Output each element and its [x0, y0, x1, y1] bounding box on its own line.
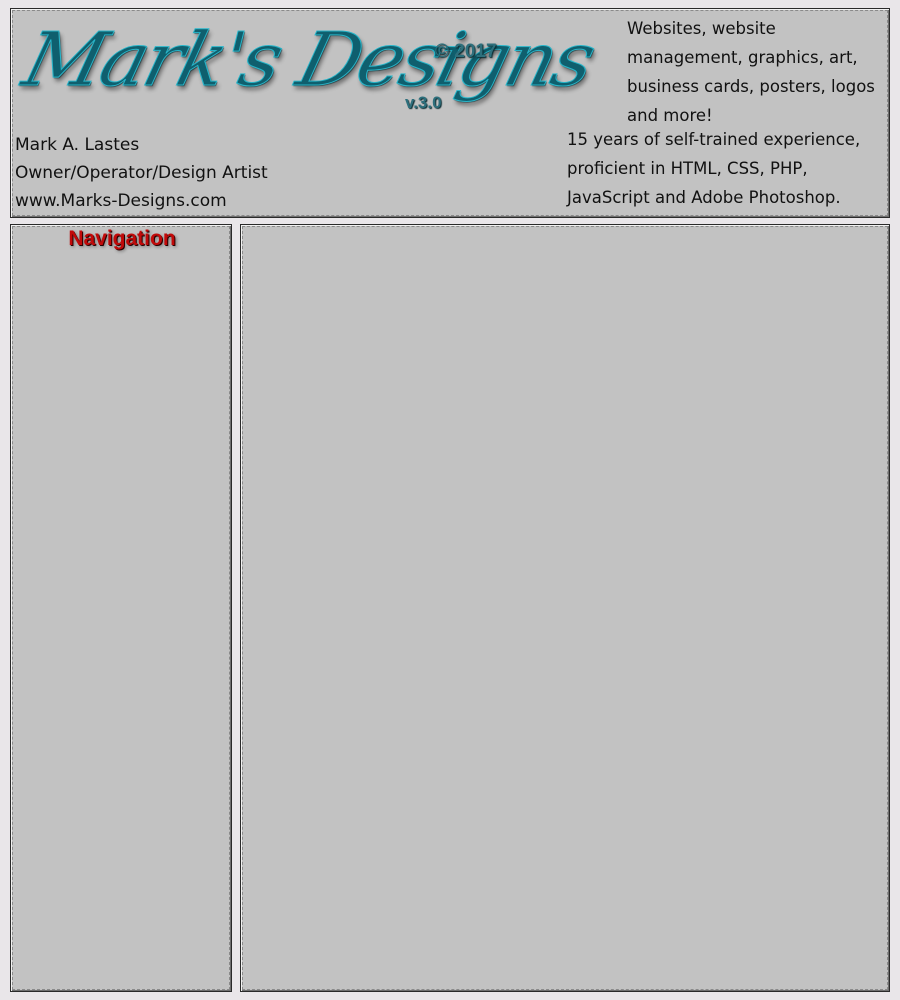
- owner-website: www.Marks-Designs.com: [15, 191, 227, 211]
- main-content-area: [240, 224, 890, 992]
- experience-text: 15 years of self-trained experience, pro…: [567, 130, 861, 207]
- navigation-sidebar: Navigation: [10, 224, 232, 992]
- copyright-label: © 2017: [435, 41, 497, 62]
- services-text: Websites, website management, graphics, …: [627, 19, 875, 125]
- version-label: v.3.0: [405, 93, 442, 112]
- owner-info: Mark A. Lastes Owner/Operator/Design Art…: [15, 131, 268, 215]
- owner-role: Owner/Operator/Design Artist: [15, 163, 268, 183]
- site-logo[interactable]: Mark's Designs: [14, 16, 601, 103]
- page: Mark's Designs © 2017 v.3.0 Mark A. Last…: [0, 0, 900, 1000]
- navigation-title: Navigation: [68, 227, 176, 250]
- owner-name: Mark A. Lastes: [15, 135, 140, 155]
- header-panel: Mark's Designs © 2017 v.3.0 Mark A. Last…: [10, 8, 890, 218]
